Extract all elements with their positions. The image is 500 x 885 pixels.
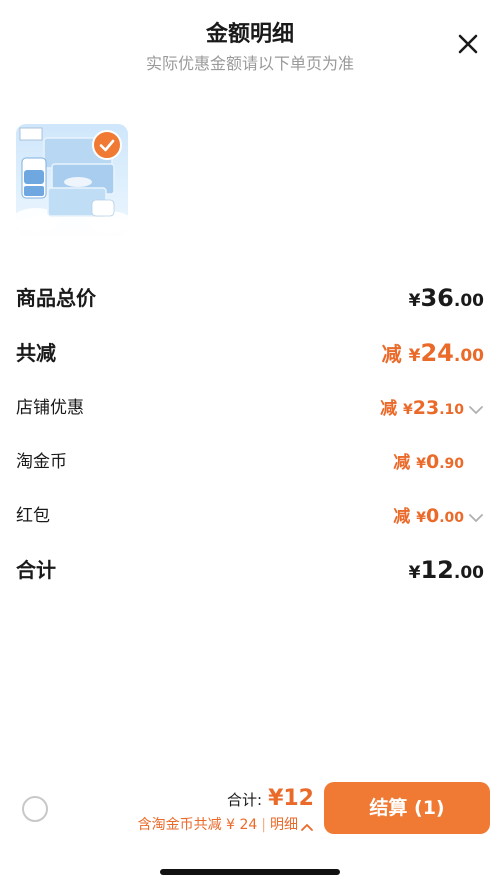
page-subtitle: 实际优惠金额请以下单页为准 bbox=[145, 54, 354, 73]
row-amount: 减 ¥0.90 bbox=[393, 444, 464, 482]
chevron-down-icon bbox=[468, 404, 484, 416]
chevron-up-icon bbox=[300, 820, 314, 831]
footer-coin-note: 含淘金币共减 ¥ 24 | 明细 bbox=[138, 814, 314, 834]
amount-decimal: .00 bbox=[453, 563, 484, 583]
row-amount: 减 ¥23.10 bbox=[380, 390, 484, 428]
home-indicator bbox=[160, 869, 340, 875]
amount-decimal: .00 bbox=[453, 291, 484, 311]
row-label: 红包 bbox=[16, 506, 50, 526]
discount-prefix: 减 bbox=[381, 342, 409, 366]
footer-total-label: 合计: bbox=[227, 791, 263, 809]
currency-symbol: ¥ bbox=[408, 291, 421, 311]
amount-integer: 24 bbox=[420, 339, 454, 367]
row-label: 商品总价 bbox=[16, 286, 96, 310]
select-all-radio[interactable] bbox=[22, 796, 48, 822]
row-total-discount: 共减 减 ¥24.00 bbox=[16, 335, 484, 371]
currency-symbol: ¥ bbox=[408, 563, 421, 583]
divider: | bbox=[261, 817, 266, 833]
currency-symbol: ¥ bbox=[402, 402, 413, 418]
row-label: 淘金币 bbox=[16, 452, 67, 472]
amount-integer: 0 bbox=[425, 451, 440, 473]
currency-symbol: ¥ bbox=[416, 456, 426, 472]
amount-decimal: .10 bbox=[439, 402, 464, 418]
discount-prefix: 减 bbox=[393, 453, 417, 473]
discount-prefix: 减 bbox=[380, 399, 403, 419]
amount-decimal: .00 bbox=[439, 510, 464, 526]
row-amount: ¥12.00 bbox=[409, 552, 484, 591]
footer-total: 合计: ¥12 bbox=[227, 786, 314, 811]
page-title: 金额明细 bbox=[205, 22, 294, 47]
header: 金额明细 实际优惠金额请以下单页为准 bbox=[0, 0, 500, 80]
coin-note-text: 含淘金币共减 ¥ 24 bbox=[137, 817, 258, 833]
amount-integer: 0 bbox=[425, 505, 440, 527]
checkout-button[interactable]: 结算 (1) bbox=[324, 782, 490, 834]
row-amount: 减 ¥24.00 bbox=[382, 335, 484, 374]
footer-total-value: ¥12 bbox=[268, 786, 314, 811]
checkmark-icon bbox=[99, 139, 115, 152]
close-icon bbox=[458, 34, 478, 54]
amount-integer: 23 bbox=[412, 397, 440, 419]
amount-integer: 12 bbox=[420, 556, 454, 584]
chevron-down-icon bbox=[468, 512, 484, 524]
row-amount: ¥36.00 bbox=[409, 280, 484, 319]
row-goods-total: 商品总价 ¥36.00 bbox=[16, 280, 484, 316]
row-store-discount[interactable]: 店铺优惠 减 ¥23.10 bbox=[16, 390, 484, 426]
detail-link-label: 明细 bbox=[270, 817, 298, 833]
product-select-checkbox[interactable] bbox=[92, 130, 122, 160]
currency-symbol: ¥ bbox=[416, 510, 426, 526]
amount-decimal: .90 bbox=[439, 456, 464, 472]
product-thumbnail[interactable] bbox=[16, 124, 128, 236]
checkout-bar: 合计: ¥12 含淘金币共减 ¥ 24 | 明细 结算 (1) bbox=[0, 770, 500, 850]
discount-prefix: 减 bbox=[393, 507, 417, 527]
currency-symbol: ¥ bbox=[408, 346, 421, 366]
row-amount: 减 ¥0.00 bbox=[393, 498, 484, 536]
row-label: 合计 bbox=[16, 558, 56, 582]
amount-integer: 36 bbox=[420, 284, 454, 312]
row-grand-total: 合计 ¥12.00 bbox=[16, 552, 484, 588]
close-button[interactable] bbox=[454, 30, 482, 58]
row-taojinbi: 淘金币 减 ¥0.90 bbox=[16, 444, 484, 480]
row-red-packet[interactable]: 红包 减 ¥0.00 bbox=[16, 498, 484, 534]
amount-decimal: .00 bbox=[453, 346, 484, 366]
row-label: 共减 bbox=[16, 341, 56, 365]
row-label: 店铺优惠 bbox=[16, 398, 84, 418]
detail-link[interactable]: 明细 bbox=[270, 817, 314, 833]
